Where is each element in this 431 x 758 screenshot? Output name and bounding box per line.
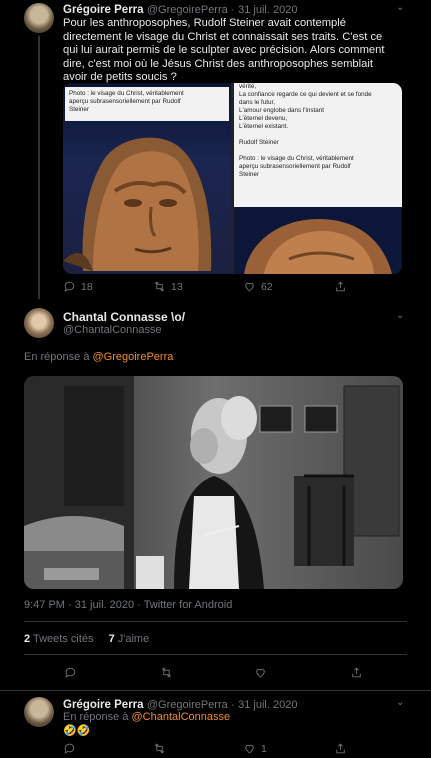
engagement-stats: 2 Tweets cités 7 J'aime <box>24 633 149 645</box>
reply-icon <box>64 743 75 754</box>
divider <box>24 654 407 655</box>
tweet-text: Pour les anthroposophes, Rudolf Steiner … <box>63 17 423 85</box>
image-caption-box: Photo : le visage du Christ, véritableme… <box>65 87 229 121</box>
reply-to-link[interactable]: @ChantalConnasse <box>132 711 231 723</box>
tweet-date[interactable]: 31 juil. 2020 <box>75 599 134 611</box>
author-handle[interactable]: @GregoirePerra <box>147 4 228 16</box>
share-icon <box>336 743 345 754</box>
reply-icon <box>64 281 75 292</box>
quote-stat[interactable]: 2 Tweets cités <box>24 633 97 645</box>
image-text-line: L'éternel devenu, <box>239 115 288 122</box>
retweet-icon <box>154 281 165 292</box>
tweet-line: qui lui aurait permis de le sculpter ave… <box>63 44 385 56</box>
image-text-line: Steiner <box>239 171 259 178</box>
reply-prefix: En réponse à <box>24 351 90 363</box>
elephant-man-photo <box>24 376 403 589</box>
image-text-line: L'amour englobe dans l'instant <box>239 107 325 114</box>
chevron-down-icon[interactable]: ⌄ <box>396 310 404 321</box>
author-name-text[interactable]: Chantal Connasse \o/ <box>63 310 185 324</box>
media-gallery[interactable]: Photo : le visage du Christ, véritableme… <box>63 83 402 274</box>
like-button[interactable]: 62 <box>243 280 273 293</box>
share-button[interactable] <box>334 280 347 293</box>
retweet-button[interactable] <box>153 742 166 755</box>
reply-icon <box>65 667 76 678</box>
meta-separator: · <box>68 599 72 611</box>
reply-context: En réponse à @GregoirePerra <box>24 351 173 363</box>
separator: · <box>231 4 235 16</box>
reply-to-link[interactable]: @GregoirePerra <box>93 351 174 363</box>
share-button[interactable] <box>350 666 363 679</box>
tweet-date[interactable]: 31 juil. 2020 <box>238 699 297 711</box>
retweet-icon <box>154 743 165 754</box>
chevron-down-icon[interactable]: ⌄ <box>396 697 404 708</box>
reply-prefix: En réponse à <box>63 711 129 723</box>
image-text-line: L'éternel existant. <box>239 123 289 130</box>
tweet-source[interactable]: Twitter for Android <box>144 599 233 611</box>
tweet-time[interactable]: 9:47 PM <box>24 599 65 611</box>
media-photo[interactable] <box>24 376 403 589</box>
sculpture-photo-left[interactable]: Photo : le visage du Christ, véritableme… <box>63 83 231 274</box>
image-text-box: vérité, La confiance regarde ce qui devi… <box>234 83 402 207</box>
like-button[interactable]: 1 <box>243 742 267 755</box>
like-count: 1 <box>261 742 267 755</box>
thread-line <box>38 36 40 299</box>
like-stat-label: J'aime <box>117 633 150 645</box>
reply-context: En réponse à @ChantalConnasse <box>63 711 230 723</box>
retweet-icon <box>161 667 172 678</box>
tweet-meta: 9:47 PM · 31 juil. 2020 · Twitter for An… <box>24 599 232 611</box>
heart-icon <box>256 668 265 678</box>
divider <box>24 621 407 622</box>
author-name[interactable]: Grégoire Perra <box>63 699 144 711</box>
separator: · <box>231 699 235 711</box>
like-stat[interactable]: 7 J'aime <box>109 633 150 645</box>
reply-button[interactable] <box>64 666 77 679</box>
like-count: 62 <box>261 280 273 293</box>
sculpture-face-image <box>63 137 212 271</box>
share-icon <box>336 281 345 292</box>
tweet-text: 🤣🤣 <box>63 725 91 737</box>
retweet-count: 13 <box>171 280 183 293</box>
image-text-spacer <box>239 147 397 155</box>
reply-button[interactable]: 18 <box>63 280 93 293</box>
sculpture-photo-right[interactable]: vérité, La confiance regarde ce qui devi… <box>234 83 402 274</box>
tweet-line: dire, c'est moi où le Jésus Christ des a… <box>63 57 373 70</box>
image-text-line: vérité, <box>239 83 257 90</box>
author-handle[interactable]: @GregoirePerra <box>147 699 228 711</box>
retweet-button[interactable] <box>160 666 173 679</box>
author-name[interactable]: Chantal Connasse \o/ <box>63 310 185 324</box>
author-name[interactable]: Grégoire Perra <box>63 4 144 16</box>
avatar[interactable] <box>24 308 54 338</box>
image-text-line: aperçu subrasensoriellement par Rudolf <box>239 163 351 170</box>
image-text-line: dans le futur, <box>239 99 276 106</box>
heart-icon <box>245 282 254 292</box>
heart-icon <box>245 744 254 754</box>
image-caption-line: Photo : le visage du Christ, véritableme… <box>69 90 184 97</box>
reply-button[interactable] <box>63 742 76 755</box>
retweet-button[interactable]: 13 <box>153 280 183 293</box>
quote-count: 2 <box>24 633 31 645</box>
reply-count: 18 <box>81 280 93 293</box>
tweet-date[interactable]: 31 juil. 2020 <box>238 4 297 16</box>
tweet-line: directement le visage du Christ et conna… <box>63 30 383 43</box>
avatar[interactable] <box>24 3 54 33</box>
image-text-line: Photo : le visage du Christ, véritableme… <box>239 155 354 162</box>
tweet-line: Pour les anthroposophes, Rudolf Steiner … <box>63 17 346 29</box>
like-button[interactable] <box>254 666 267 679</box>
image-text-spacer <box>239 131 397 139</box>
like-stat-count: 7 <box>108 633 115 645</box>
image-caption-line: Steiner <box>69 106 89 113</box>
image-text-line: Rudolf Steiner <box>239 139 279 146</box>
share-icon <box>352 667 361 678</box>
chevron-down-icon[interactable]: ⌄ <box>396 2 404 13</box>
sculpture-head-image <box>244 219 392 274</box>
avatar[interactable] <box>24 697 54 727</box>
quote-label: Tweets cités <box>32 633 94 645</box>
meta-separator: · <box>137 599 141 611</box>
share-button[interactable] <box>334 742 347 755</box>
divider <box>0 690 431 691</box>
author-handle[interactable]: @ChantalConnasse <box>63 324 162 336</box>
image-text-line: La confiance regarde ce qui devient et s… <box>239 91 372 98</box>
image-caption-line: aperçu subrasensoriellement par Rudolf <box>69 98 181 105</box>
